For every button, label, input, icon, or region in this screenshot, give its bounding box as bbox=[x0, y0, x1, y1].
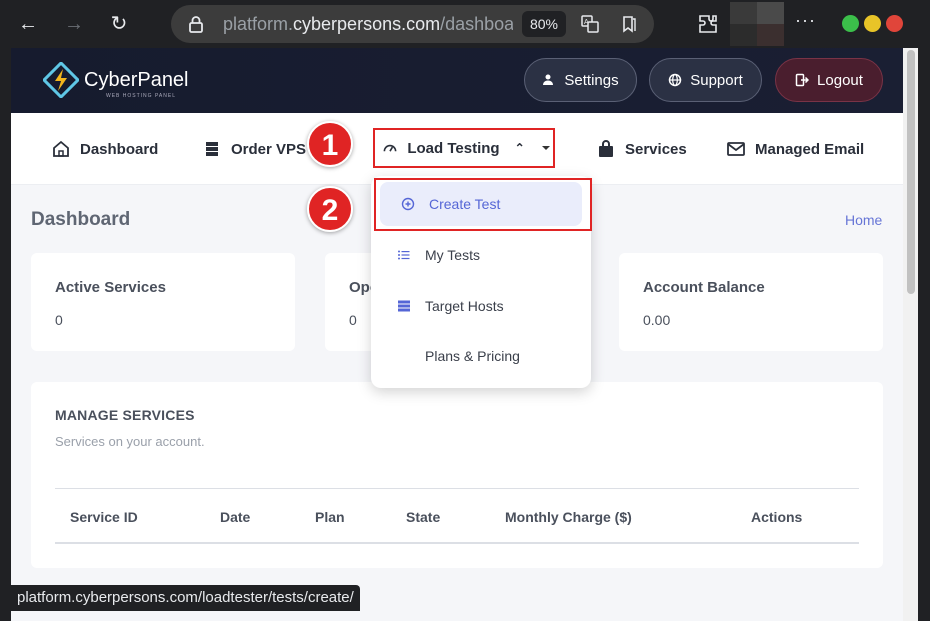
column-header: Monthly Charge ($) bbox=[505, 509, 632, 525]
user-gear-icon bbox=[543, 74, 554, 85]
nav-managed-email-label: Managed Email bbox=[755, 140, 865, 158]
extensions-icon[interactable] bbox=[696, 12, 720, 36]
forward-icon[interactable]: → bbox=[62, 12, 86, 36]
table-divider bbox=[55, 488, 859, 489]
page-title: Dashboard bbox=[31, 209, 131, 230]
site-header: CyberPanel WEB HOSTING PANEL Settings Su… bbox=[11, 48, 903, 113]
url-text[interactable]: platform.cyberpersons.com/dashboard bbox=[223, 14, 513, 35]
nav-services[interactable]: Services bbox=[596, 138, 687, 160]
logo-subtext: WEB HOSTING PANEL bbox=[106, 93, 176, 99]
shopping-bag-icon bbox=[599, 140, 613, 157]
dropdown-item-plans-pricing[interactable]: Plans & Pricing bbox=[371, 334, 591, 378]
logout-label: Logout bbox=[817, 71, 863, 89]
profile-avatar[interactable] bbox=[730, 2, 784, 46]
table-divider bbox=[55, 542, 859, 544]
stat-card-value: 0.00 bbox=[643, 312, 671, 328]
mail-icon bbox=[727, 142, 745, 156]
lock-icon[interactable] bbox=[187, 15, 205, 33]
close-window-icon[interactable] bbox=[886, 15, 903, 32]
annotation-step-2: 2 bbox=[307, 186, 353, 232]
web-page: CyberPanel WEB HOSTING PANEL Settings Su… bbox=[11, 48, 903, 621]
reading-list-icon[interactable] bbox=[619, 14, 639, 34]
cyberpanel-logo-icon[interactable] bbox=[43, 62, 79, 98]
status-bar-url: platform.cyberpersons.com/loadtester/tes… bbox=[11, 585, 360, 611]
annotation-step-1: 1 bbox=[307, 121, 353, 167]
settings-button[interactable]: Settings bbox=[524, 58, 637, 102]
gauge-icon bbox=[383, 144, 397, 152]
settings-label: Settings bbox=[564, 71, 619, 89]
support-button[interactable]: Support bbox=[649, 58, 762, 102]
caret-down-icon[interactable] bbox=[541, 146, 550, 150]
dropdown-item-label: My Tests bbox=[425, 247, 480, 263]
nav-dashboard[interactable]: Dashboard bbox=[51, 138, 158, 160]
main-nav: Dashboard Order VPS Load Testing ⌃ Servi… bbox=[11, 113, 903, 185]
home-icon bbox=[53, 140, 69, 157]
dropdown-item-my-tests[interactable]: My Tests bbox=[371, 233, 591, 277]
logout-icon bbox=[795, 73, 810, 87]
browser-toolbar: ← → ↻ platform.cyberpersons.com/dashboar… bbox=[0, 0, 930, 48]
stat-card-title: Active Services bbox=[55, 279, 166, 296]
stat-card-account-balance: Account Balance 0.00 bbox=[619, 253, 883, 351]
translate-icon[interactable]: A bbox=[580, 14, 600, 34]
column-header: Date bbox=[220, 509, 251, 525]
manage-services-subtitle: Services on your account. bbox=[55, 434, 205, 449]
scrollbar-thumb[interactable] bbox=[907, 50, 915, 294]
support-label: Support bbox=[690, 71, 743, 89]
column-header: Service ID bbox=[70, 509, 138, 525]
more-menu-icon[interactable]: ··· bbox=[795, 10, 816, 31]
breadcrumb-home[interactable]: Home bbox=[845, 212, 882, 228]
page-scrollbar[interactable] bbox=[903, 48, 918, 621]
manage-services-panel: MANAGE SERVICES Services on your account… bbox=[31, 382, 883, 568]
server-icon bbox=[398, 300, 410, 312]
chevron-up-icon: ⌃ bbox=[514, 141, 525, 155]
dropdown-item-label: Target Hosts bbox=[425, 298, 504, 314]
nav-load-testing-label: Load Testing bbox=[407, 139, 500, 157]
manage-services-title: MANAGE SERVICES bbox=[55, 407, 195, 423]
address-bar[interactable]: platform.cyberpersons.com/dashboard 80% … bbox=[171, 5, 654, 43]
minimize-window-icon[interactable] bbox=[842, 15, 859, 32]
annotation-highlight-box bbox=[374, 178, 592, 231]
logout-button[interactable]: Logout bbox=[775, 58, 883, 102]
list-icon bbox=[398, 250, 410, 260]
stat-card-value: 0 bbox=[349, 312, 357, 328]
maximize-window-icon[interactable] bbox=[864, 15, 881, 32]
nav-managed-email[interactable]: Managed Email bbox=[726, 138, 864, 160]
globe-icon bbox=[668, 73, 682, 87]
dropdown-item-target-hosts[interactable]: Target Hosts bbox=[371, 284, 591, 328]
column-header: State bbox=[406, 509, 441, 525]
logo-text[interactable]: CyberPanel bbox=[84, 69, 189, 92]
svg-text:A: A bbox=[584, 19, 589, 26]
nav-load-testing[interactable]: Load Testing ⌃ bbox=[373, 128, 555, 168]
nav-services-label: Services bbox=[625, 140, 687, 158]
back-icon[interactable]: ← bbox=[16, 12, 40, 36]
server-icon bbox=[206, 142, 218, 156]
stat-card-active-services: Active Services 0 bbox=[31, 253, 295, 351]
stat-card-value: 0 bbox=[55, 312, 63, 328]
reload-icon[interactable]: ↻ bbox=[107, 12, 131, 36]
dropdown-item-label: Plans & Pricing bbox=[425, 348, 520, 364]
zoom-indicator[interactable]: 80% bbox=[522, 11, 566, 37]
stat-card-title: Account Balance bbox=[643, 279, 765, 296]
nav-order-vps-label: Order VPS bbox=[231, 140, 307, 158]
nav-dashboard-label: Dashboard bbox=[80, 140, 159, 158]
column-header: Actions bbox=[751, 509, 803, 525]
column-header: Plan bbox=[315, 509, 345, 525]
nav-order-vps[interactable]: Order VPS bbox=[202, 138, 306, 160]
window-frame bbox=[918, 48, 930, 621]
